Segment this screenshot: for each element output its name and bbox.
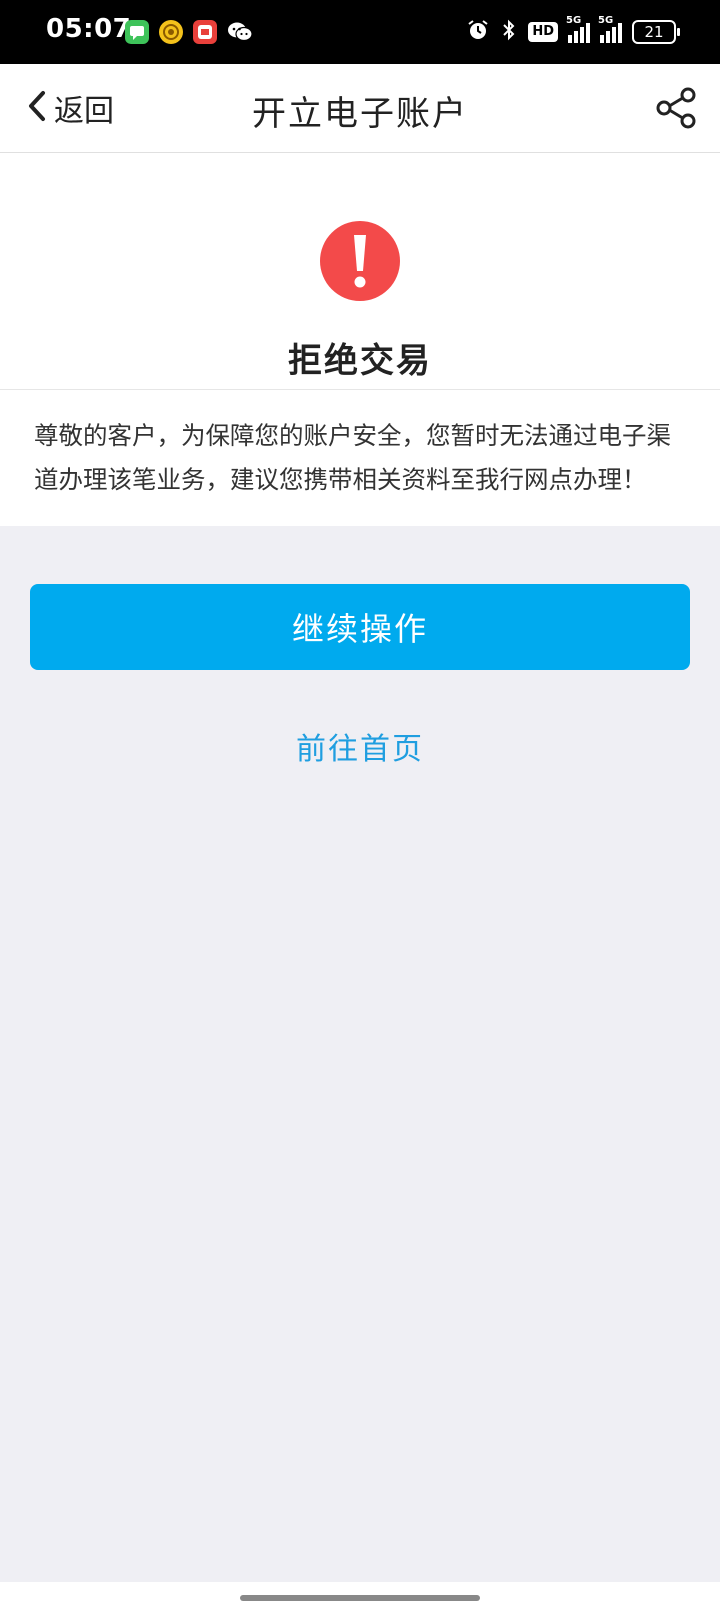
result-card: 拒绝交易 <box>0 153 720 390</box>
battery-indicator: 21 <box>632 20 680 44</box>
message-section: 尊敬的客户，为保障您的账户安全，您暂时无法通过电子渠道办理该笔业务，建议您携带相… <box>0 390 720 526</box>
page-title: 开立电子账户 <box>252 94 468 134</box>
wechat-icon <box>227 20 253 44</box>
share-icon <box>656 87 696 129</box>
messages-app-icon <box>125 20 149 44</box>
continue-button[interactable]: 继续操作 <box>30 584 690 670</box>
network-type-2: 5G <box>598 15 614 26</box>
shop-app-icon <box>193 20 217 44</box>
notification-icons <box>125 20 253 44</box>
share-button[interactable] <box>652 84 700 132</box>
signal-strength-1: 5G <box>566 15 590 43</box>
result-title: 拒绝交易 <box>288 341 432 381</box>
coin-app-icon <box>159 20 183 44</box>
exclamation-icon <box>320 221 400 301</box>
status-bar: 05:07 HD 5G 5G 21 <box>0 0 720 64</box>
gesture-area <box>0 1582 720 1612</box>
hd-badge: HD <box>528 22 558 42</box>
system-status-icons: HD 5G 5G 21 <box>466 15 680 46</box>
bluetooth-icon <box>500 18 518 46</box>
home-link[interactable]: 前往首页 <box>0 724 720 768</box>
signal-strength-2: 5G <box>598 15 622 43</box>
home-indicator[interactable] <box>240 1595 480 1601</box>
result-message: 尊敬的客户，为保障您的账户安全，您暂时无法通过电子渠道办理该笔业务，建议您携带相… <box>34 421 671 494</box>
network-type-1: 5G <box>566 15 582 26</box>
status-time: 05:07 <box>46 14 132 44</box>
alarm-icon <box>466 18 490 46</box>
nav-bar: 返回 开立电子账户 <box>0 64 720 153</box>
